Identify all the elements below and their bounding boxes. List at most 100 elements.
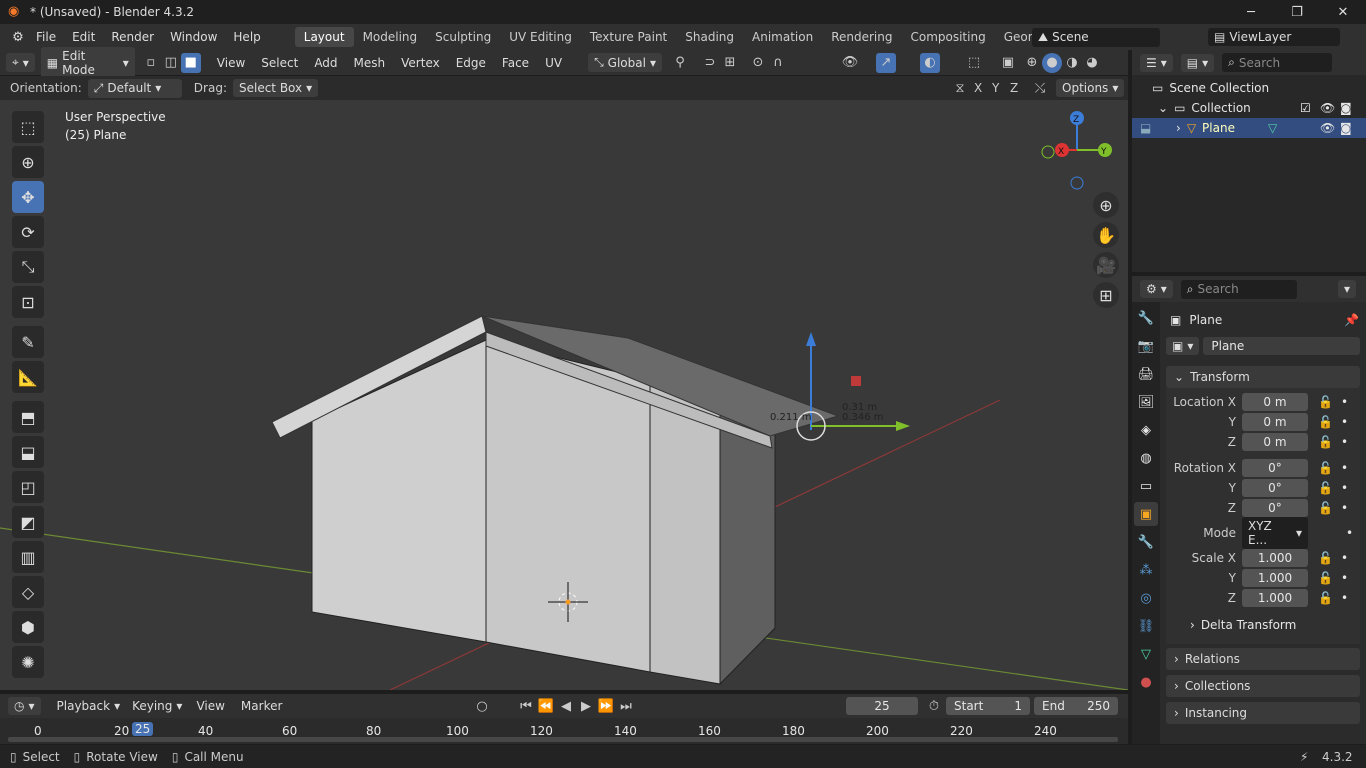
- gizmo-z-head[interactable]: [806, 332, 816, 346]
- render-tab-icon[interactable]: 📷: [1134, 334, 1158, 358]
- keyframe-location-x-icon[interactable]: •: [1341, 395, 1348, 409]
- outliner-search[interactable]: ⌕ Search: [1222, 53, 1333, 72]
- jump-end-icon[interactable]: ⏭: [616, 696, 636, 716]
- tab-rendering[interactable]: Rendering: [822, 27, 901, 47]
- collection-expand-icon[interactable]: ⌄: [1158, 101, 1168, 115]
- pan-hand-icon[interactable]: ✋: [1093, 222, 1119, 248]
- pin-icon[interactable]: 📌: [1344, 313, 1359, 327]
- timeline-editor-type[interactable]: ◷ ▾: [8, 697, 41, 715]
- next-keyframe-icon[interactable]: ⏩: [596, 696, 616, 716]
- auto-keying-icon[interactable]: ○: [472, 696, 492, 716]
- edge-select-icon[interactable]: ◫: [161, 53, 181, 73]
- material-shading-icon[interactable]: ◑: [1062, 53, 1082, 73]
- mirror-axis-y[interactable]: Y: [992, 81, 999, 95]
- physics-tab-icon[interactable]: ◎: [1134, 586, 1158, 610]
- particles-tab-icon[interactable]: ⁂: [1134, 558, 1158, 582]
- ortho-grid-icon[interactable]: ⊞: [1093, 282, 1119, 308]
- overlay-toggle-icon[interactable]: ◐: [920, 52, 940, 73]
- play-reverse-icon[interactable]: ◀: [556, 696, 576, 716]
- collections-panel-header[interactable]: › Collections: [1166, 675, 1360, 697]
- properties-editor-type[interactable]: ⚙ ▾: [1140, 280, 1173, 298]
- loop-cut-tool-icon[interactable]: ▥: [12, 541, 44, 573]
- rotation-mode-dropdown[interactable]: XYZ E... ▾: [1242, 517, 1308, 549]
- cursor-tool-icon[interactable]: ⊕: [12, 146, 44, 178]
- editor-type-dropdown[interactable]: ⌖ ▾: [6, 53, 35, 72]
- timeline-menu-marker[interactable]: Marker: [233, 699, 290, 713]
- keying-menu[interactable]: Keying ▾: [126, 697, 188, 715]
- current-frame-field[interactable]: 25: [846, 697, 918, 715]
- plane-eye-icon[interactable]: 👁: [1320, 121, 1335, 135]
- tab-uv-editing[interactable]: UV Editing: [500, 27, 581, 47]
- data-tab-icon[interactable]: ▽: [1134, 642, 1158, 666]
- zoom-icon[interactable]: ⊕: [1093, 192, 1119, 218]
- mesh-data-icon[interactable]: ▽: [1268, 121, 1277, 135]
- playhead[interactable]: 25: [132, 722, 154, 736]
- rotation-y-field[interactable]: 0°: [1242, 479, 1308, 497]
- close-button[interactable]: ✕: [1320, 0, 1366, 24]
- falloff-icon[interactable]: ∩: [768, 53, 788, 73]
- output-tab-icon[interactable]: 🖨: [1134, 362, 1158, 386]
- transform-tool-icon[interactable]: ⊡: [12, 286, 44, 318]
- location-x-field[interactable]: 0 m: [1242, 393, 1308, 411]
- rotation-x-field[interactable]: 0°: [1242, 459, 1308, 477]
- measure-tool-icon[interactable]: 📐: [12, 361, 44, 393]
- jump-start-icon[interactable]: ⏮: [516, 696, 536, 716]
- nav-gizmo-neg-y-ball[interactable]: [1041, 145, 1055, 159]
- instancing-panel-header[interactable]: › Instancing: [1166, 702, 1360, 724]
- collection-checkbox-icon[interactable]: ☑: [1300, 101, 1311, 115]
- solid-shading-icon[interactable]: ●: [1042, 52, 1062, 73]
- collection-camera-icon[interactable]: ◙: [1340, 101, 1352, 115]
- keyframe-scale-y-icon[interactable]: •: [1341, 571, 1348, 585]
- playback-menu[interactable]: Playback ▾: [51, 697, 127, 715]
- material-tab-icon[interactable]: ●: [1134, 670, 1158, 694]
- stopwatch-icon[interactable]: ⏱: [924, 696, 944, 716]
- lock-rotation-z-icon[interactable]: 🔓: [1318, 501, 1333, 515]
- properties-options[interactable]: ▾: [1338, 280, 1357, 298]
- lock-scale-x-icon[interactable]: 🔓: [1318, 551, 1333, 565]
- mirror-axis-x[interactable]: X: [974, 81, 982, 95]
- viewlayer-selector[interactable]: ▤ ViewLayer: [1208, 28, 1340, 46]
- lock-scale-z-icon[interactable]: 🔓: [1318, 591, 1333, 605]
- transform-orientation-dropdown[interactable]: ⤡ Global ▾: [588, 53, 662, 72]
- vertex-select-icon[interactable]: ▫: [141, 53, 161, 73]
- proportional-edit-icon[interactable]: ⊙: [748, 53, 768, 73]
- menu-render[interactable]: Render: [103, 30, 162, 44]
- mesh-overlay-icon[interactable]: ▣: [998, 53, 1018, 73]
- face-select-icon[interactable]: ■: [180, 52, 201, 73]
- poly-build-tool-icon[interactable]: ⬢: [12, 611, 44, 643]
- location-y-field[interactable]: 0 m: [1242, 413, 1308, 431]
- select-box-tool-icon[interactable]: ⬚: [12, 111, 44, 143]
- view-layer-tab-icon[interactable]: 🖼: [1134, 390, 1158, 414]
- viewport-menu-face[interactable]: Face: [494, 56, 537, 70]
- gizmo-y-head[interactable]: [896, 421, 910, 431]
- tab-compositing[interactable]: Compositing: [901, 27, 994, 47]
- plane-expand-icon[interactable]: ›: [1176, 121, 1181, 135]
- keyframe-scale-x-icon[interactable]: •: [1341, 551, 1348, 565]
- viewport-menu-mesh[interactable]: Mesh: [346, 56, 394, 70]
- bevel-tool-icon[interactable]: ◩: [12, 506, 44, 538]
- display-mode-dropdown[interactable]: ▤ ▾: [1180, 53, 1215, 72]
- move-tool-icon[interactable]: ✥: [12, 181, 44, 213]
- collection-eye-icon[interactable]: 👁: [1320, 101, 1335, 115]
- menu-window[interactable]: Window: [162, 30, 225, 44]
- scale-y-field[interactable]: 1.000: [1242, 569, 1308, 587]
- viewport-menu-vertex[interactable]: Vertex: [393, 56, 448, 70]
- 3d-viewport[interactable]: Z Y X 0.211 m 0.346 m 0.31 m User Perspe…: [0, 100, 1128, 690]
- plane-camera-icon[interactable]: ◙: [1340, 121, 1352, 135]
- maximize-button[interactable]: ❐: [1274, 0, 1320, 24]
- add-cube-tool-icon[interactable]: ⬒: [12, 401, 44, 433]
- keyframe-scale-z-icon[interactable]: •: [1341, 591, 1348, 605]
- options-dropdown[interactable]: Options ▾: [1056, 79, 1125, 97]
- modifier-tab-icon[interactable]: 🔧: [1134, 530, 1158, 554]
- location-z-field[interactable]: 0 m: [1242, 433, 1308, 451]
- scene-selector[interactable]: ⛰ Scene: [1032, 27, 1160, 47]
- mirror-axis-z[interactable]: Z: [1010, 81, 1018, 95]
- scale-z-field[interactable]: 1.000: [1242, 589, 1308, 607]
- scene-tab-icon[interactable]: ◈: [1134, 418, 1158, 442]
- collection-tab-icon[interactable]: ▭: [1134, 474, 1158, 498]
- nav-gizmo-neg-z-ball[interactable]: [1070, 176, 1084, 190]
- end-frame-field[interactable]: End 250: [1034, 697, 1118, 715]
- menu-file[interactable]: File: [28, 30, 64, 44]
- xray-icon[interactable]: ⬚: [964, 53, 984, 73]
- tab-sculpting[interactable]: Sculpting: [426, 27, 500, 47]
